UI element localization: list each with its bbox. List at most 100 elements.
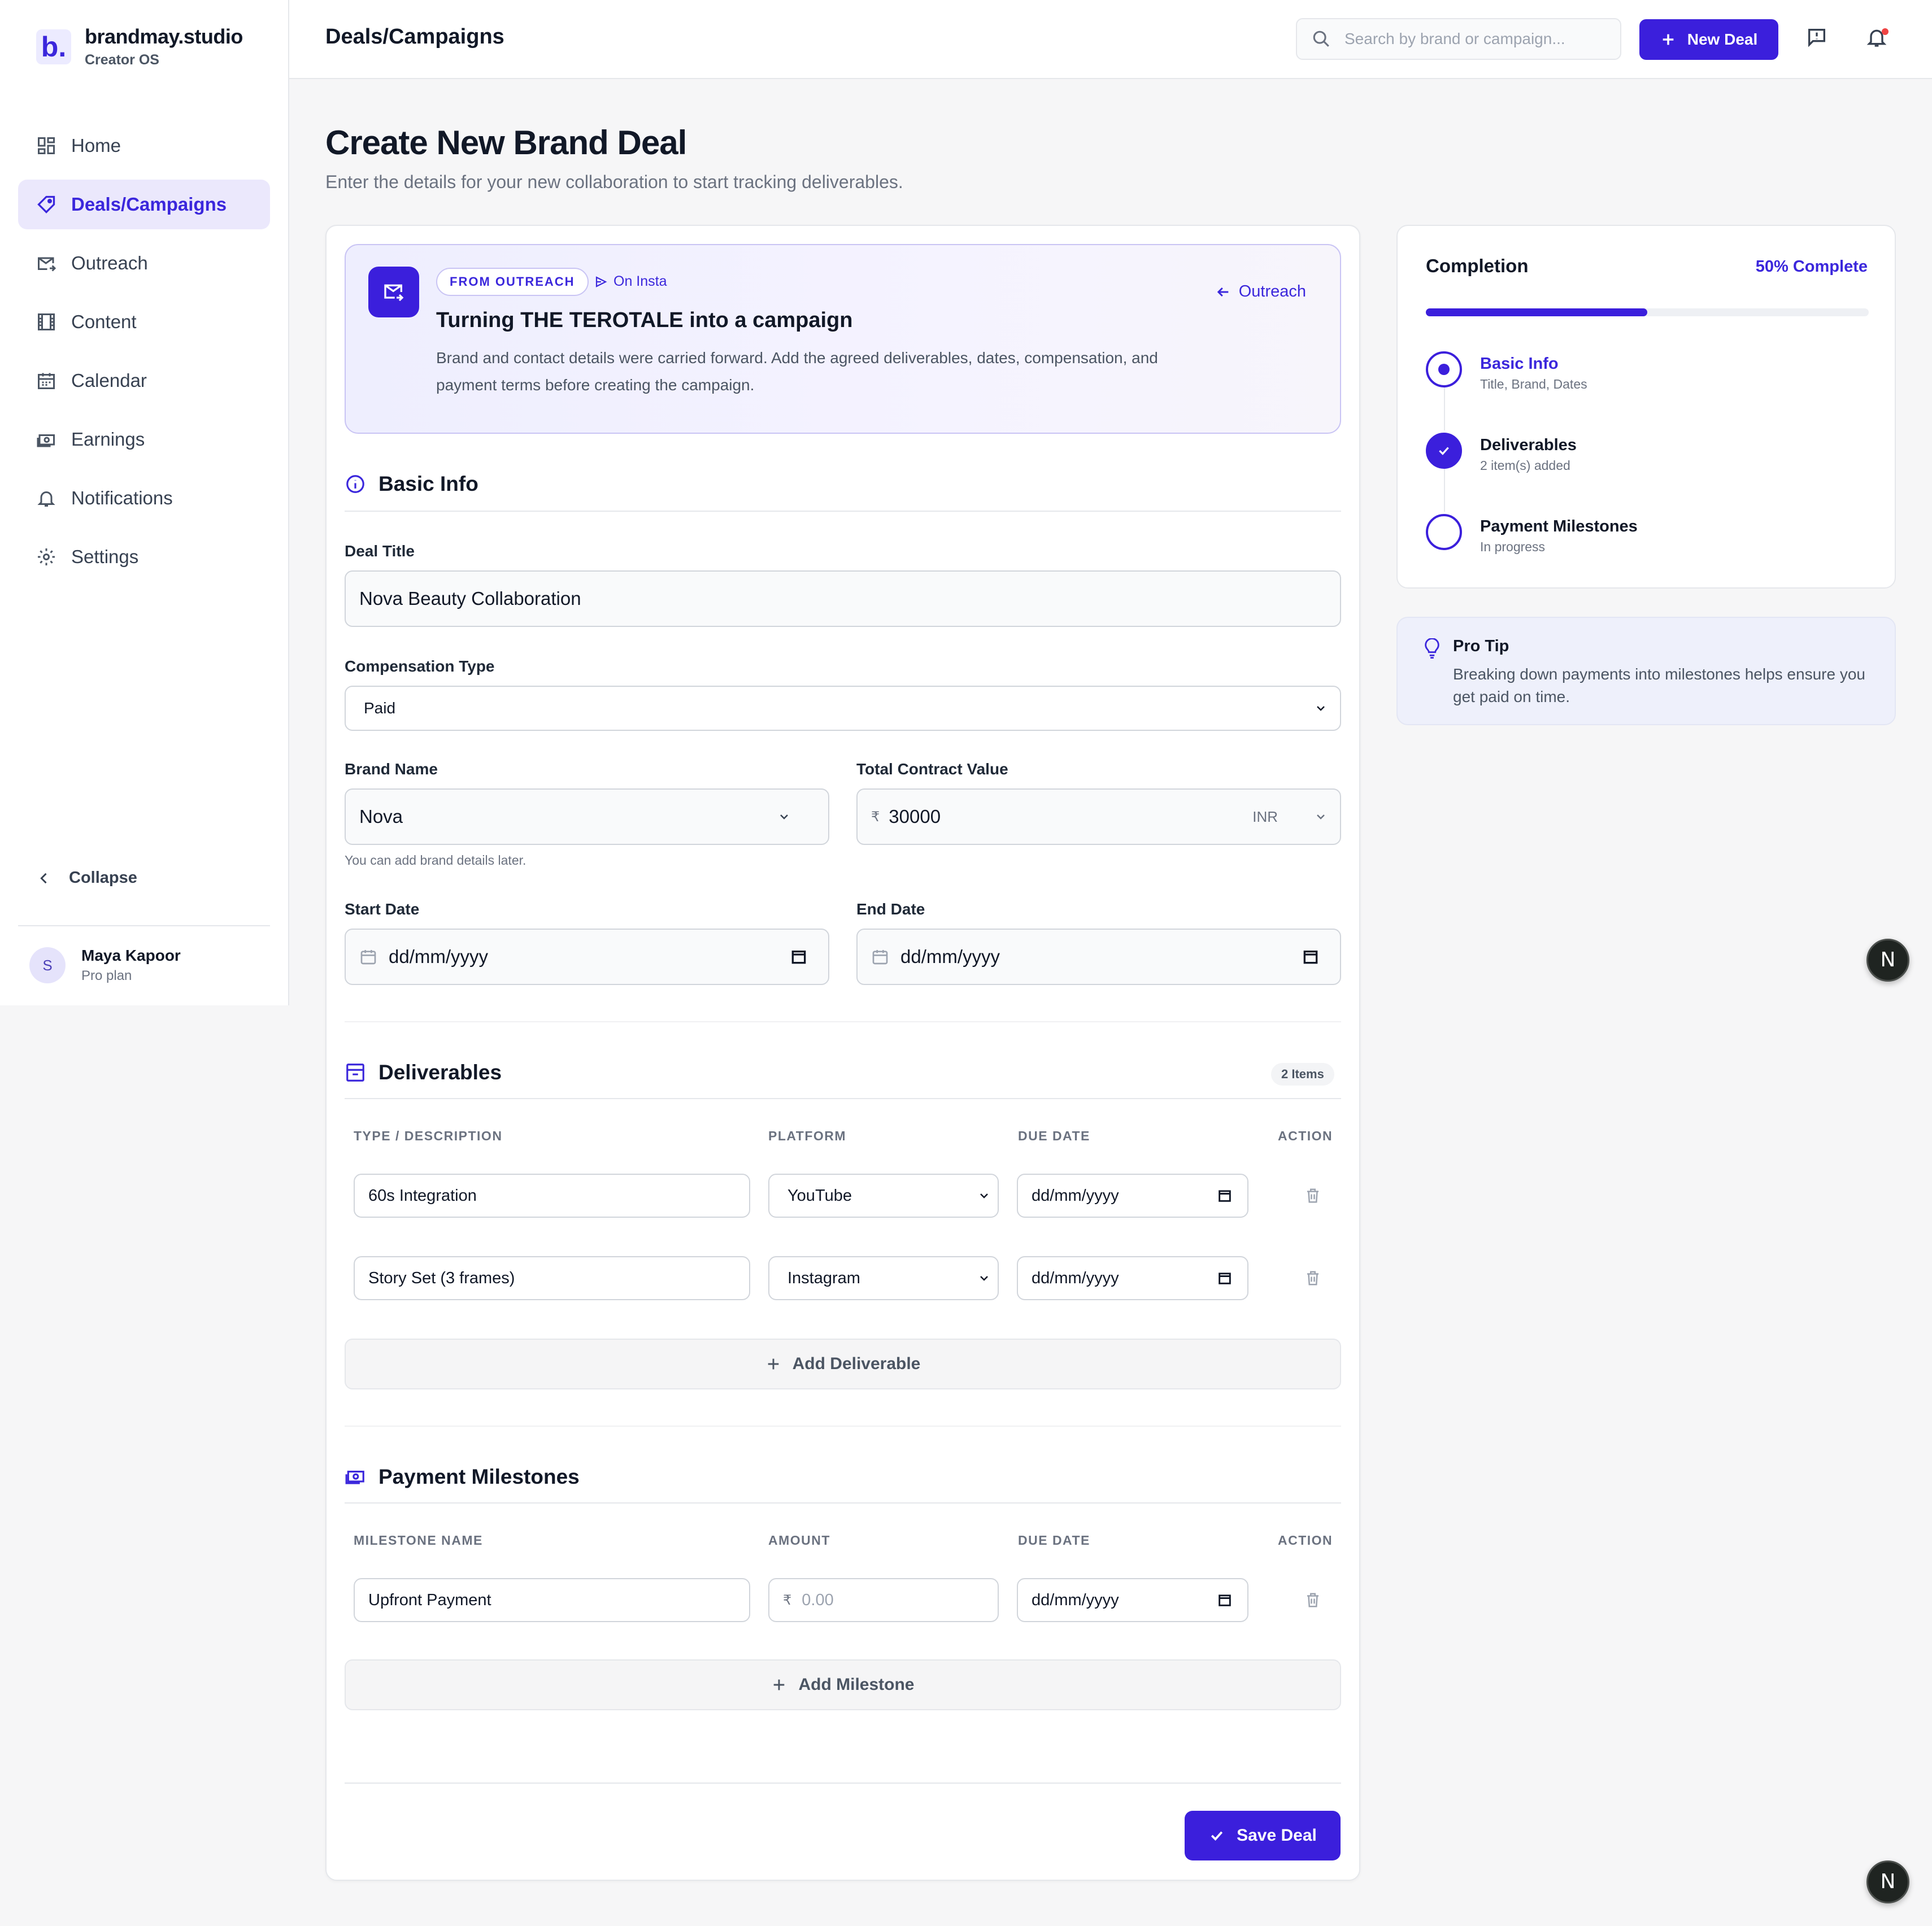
deliverable-due-date-input[interactable]: dd/mm/yyyy — [1017, 1256, 1248, 1300]
calendar-picker-icon[interactable] — [1302, 948, 1320, 966]
section-divider — [345, 1426, 1341, 1427]
step-sub: 2 item(s) added — [1480, 458, 1570, 473]
column-header: MILESTONE NAME — [354, 1533, 483, 1548]
step-basic-info[interactable]: Basic Info Title, Brand, Dates — [1426, 351, 1587, 392]
step-connector — [1444, 467, 1445, 512]
milestone-amount-input[interactable]: ₹ 0.00 — [768, 1578, 999, 1622]
notification-dot — [1882, 28, 1889, 35]
brand-name-select[interactable]: Nova — [345, 788, 829, 845]
user-name: Maya Kapoor — [81, 947, 181, 964]
section-divider — [345, 511, 1341, 512]
back-to-outreach-link[interactable]: Outreach — [1215, 282, 1306, 301]
calendar-icon — [38, 373, 55, 389]
banner-description: Brand and contact details were carried f… — [436, 349, 1158, 394]
sidebar-item-content[interactable]: Content — [18, 297, 270, 347]
completion-progress-fill — [1426, 308, 1647, 316]
completion-title: Completion — [1426, 255, 1529, 276]
outreach-banner: FROM OUTREACH On Insta Turning THE TEROT… — [345, 244, 1341, 434]
form-footer-divider — [345, 1783, 1341, 1784]
plus-icon — [774, 1679, 785, 1690]
contract-value-input[interactable]: ₹ 30000 INR — [856, 788, 1341, 845]
check-icon — [1426, 433, 1462, 469]
brand-logo: b. — [36, 29, 71, 64]
delete-row-icon[interactable] — [1304, 1592, 1321, 1609]
column-header: AMOUNT — [768, 1533, 830, 1548]
chevron-down-icon — [1317, 706, 1325, 711]
chevron-down-icon — [780, 814, 788, 820]
milestone-due-date-input[interactable]: dd/mm/yyyy — [1017, 1578, 1248, 1622]
send-icon — [595, 276, 607, 287]
new-deal-button[interactable]: New Deal — [1639, 19, 1778, 60]
section-divider — [345, 1021, 1341, 1022]
calendar-picker-icon[interactable] — [1217, 1270, 1233, 1286]
column-header: ACTION — [1278, 1533, 1333, 1548]
add-milestone-label: Add Milestone — [798, 1675, 915, 1694]
search-input[interactable]: Search by brand or campaign... — [1296, 18, 1621, 60]
step-deliverables[interactable]: Deliverables 2 item(s) added — [1426, 433, 1577, 473]
step-name: Deliverables — [1480, 436, 1577, 454]
deliverable-description-input[interactable]: Story Set (3 frames) — [354, 1256, 750, 1300]
topbar: Deals/Campaigns Search by brand or campa… — [289, 0, 1932, 79]
sidebar-item-label: Earnings — [71, 429, 145, 450]
sidebar-item-notifications[interactable]: Notifications — [18, 473, 270, 523]
page-title: Create New Brand Deal — [325, 124, 687, 162]
deliverable-platform-select[interactable]: Instagram — [768, 1256, 999, 1300]
calendar-picker-icon[interactable] — [1217, 1188, 1233, 1204]
start-date-input[interactable]: dd/mm/yyyy — [345, 929, 829, 985]
sidebar-divider — [18, 925, 270, 926]
contract-value-label: Total Contract Value — [856, 760, 1008, 778]
milestone-name-input[interactable]: Upfront Payment — [354, 1578, 750, 1622]
deliverable-platform: Instagram — [787, 1269, 860, 1287]
step-payment-milestones[interactable]: Payment Milestones In progress — [1426, 514, 1638, 555]
sidebar-item-calendar[interactable]: Calendar — [18, 356, 270, 406]
add-deliverable-button[interactable]: Add Deliverable — [345, 1339, 1341, 1389]
feedback-icon[interactable] — [1805, 26, 1828, 49]
chevron-left-icon — [40, 873, 47, 883]
compensation-type-value: Paid — [364, 699, 396, 717]
deal-title-input[interactable]: Nova Beauty Collaboration — [345, 570, 1341, 627]
currency-symbol: ₹ — [783, 1592, 792, 1608]
section-title: Deliverables — [378, 1061, 502, 1084]
deliverable-description-input[interactable]: 60s Integration — [354, 1174, 750, 1218]
calendar-picker-icon[interactable] — [790, 948, 808, 966]
floating-assistant-button[interactable]: N — [1866, 1860, 1909, 1903]
floating-assistant-button[interactable]: N — [1866, 939, 1909, 982]
milestone-amount-placeholder: 0.00 — [802, 1591, 834, 1609]
collapse-button[interactable]: Collapse — [36, 869, 137, 887]
sidebar-item-label: Calendar — [71, 370, 147, 391]
plus-icon — [1663, 34, 1674, 45]
page-subtitle: Enter the details for your new collabora… — [325, 172, 903, 192]
step-sub: In progress — [1480, 539, 1546, 554]
delete-row-icon[interactable] — [1304, 1270, 1321, 1287]
end-date-input[interactable]: dd/mm/yyyy — [856, 929, 1341, 985]
avatar: S — [29, 947, 66, 983]
currency-select[interactable]: INR — [1252, 808, 1278, 826]
compensation-type-select[interactable]: Paid — [345, 686, 1341, 731]
sidebar-nav: Home Deals/Campaigns Outreach Content Ca… — [18, 121, 270, 591]
source-text: On Insta — [613, 273, 667, 289]
calendar-icon — [872, 950, 888, 965]
deliverable-platform-select[interactable]: YouTube — [768, 1174, 999, 1218]
sidebar-item-earnings[interactable]: Earnings — [18, 415, 270, 464]
end-date-value: dd/mm/yyyy — [900, 946, 1000, 967]
deliverable-due-date: dd/mm/yyyy — [1032, 1269, 1119, 1287]
search-icon — [1313, 30, 1329, 47]
sidebar-item-outreach[interactable]: Outreach — [18, 238, 270, 288]
step-name: Basic Info — [1480, 355, 1559, 373]
step-connector — [1444, 385, 1445, 430]
sidebar-item-label: Deals/Campaigns — [71, 194, 227, 215]
add-milestone-button[interactable]: Add Milestone — [345, 1659, 1341, 1710]
deliverable-due-date-input[interactable]: dd/mm/yyyy — [1017, 1174, 1248, 1218]
deal-title-label: Deal Title — [345, 542, 415, 560]
sidebar-item-deals[interactable]: Deals/Campaigns — [18, 180, 270, 229]
compensation-type-label: Compensation Type — [345, 657, 495, 675]
calendar-picker-icon[interactable] — [1217, 1592, 1233, 1608]
brand-name: brandmay.studio — [85, 25, 243, 48]
save-deal-button[interactable]: Save Deal — [1185, 1811, 1341, 1860]
delete-row-icon[interactable] — [1304, 1187, 1321, 1204]
sidebar-item-settings[interactable]: Settings — [18, 532, 270, 582]
brand[interactable]: b. brandmay.studio Creator OS — [36, 25, 243, 68]
pro-tip-text: Breaking down payments into milestones h… — [1453, 665, 1865, 705]
sidebar-item-home[interactable]: Home — [18, 121, 270, 171]
user-profile[interactable]: S Maya Kapoor Pro plan — [29, 947, 181, 984]
